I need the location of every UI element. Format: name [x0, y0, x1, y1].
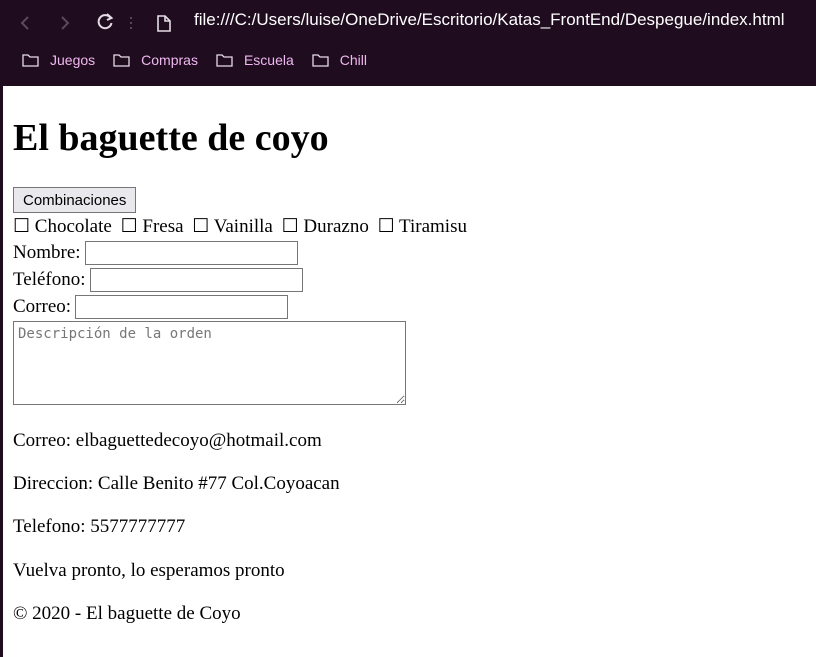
bookmark-escuela[interactable]: Escuela — [216, 52, 294, 68]
bookmark-label: Juegos — [50, 52, 96, 68]
flavor-label: Fresa — [142, 216, 184, 237]
flavor-checkbox-chocolate[interactable]: ☐ Chocolate — [13, 216, 112, 237]
folder-icon — [312, 54, 329, 67]
farewell-text: Vuelva pronto, lo esperamos pronto — [13, 560, 285, 581]
flavor-checkbox-durazno[interactable]: ☐ Durazno — [282, 216, 369, 237]
checkbox-icon[interactable]: ☐ — [282, 216, 299, 237]
email-field[interactable] — [75, 294, 289, 319]
name-row: Nombre: — [13, 239, 808, 266]
file-icon — [150, 9, 178, 37]
bookmark-label: Compras — [141, 52, 198, 68]
separator-dots — [130, 16, 132, 30]
flavor-label: Tiramisu — [399, 216, 467, 237]
name-field[interactable] — [84, 240, 298, 265]
forward-icon[interactable] — [50, 9, 78, 37]
bookmark-label: Chill — [339, 52, 367, 68]
flavor-checkbox-vainilla[interactable]: ☐ Vainilla — [192, 216, 273, 237]
bookmark-juegos[interactable]: Juegos — [22, 52, 95, 68]
reload-icon[interactable] — [91, 8, 119, 36]
bookmark-compras[interactable]: Compras — [113, 52, 198, 68]
back-icon[interactable] — [12, 9, 40, 37]
bookmark-label: Escuela — [243, 52, 294, 68]
page-content: El baguette de coyo Combinaciones ☐ Choc… — [13, 86, 808, 625]
email-label: Correo: — [13, 295, 72, 317]
window-edge — [0, 86, 3, 657]
checkbox-icon[interactable]: ☐ — [121, 216, 138, 237]
contact-info: Correo: elbaguettedecoyo@hotmail.com Dir… — [13, 430, 808, 625]
checkbox-icon[interactable]: ☐ — [13, 216, 30, 237]
address-bar[interactable]: file:///C:/Users/luise/OneDrive/Escritor… — [194, 10, 785, 30]
contact-email: Correo: elbaguettedecoyo@hotmail.com — [13, 430, 322, 451]
combinaciones-button[interactable]: Combinaciones — [13, 187, 137, 213]
email-row: Correo: — [13, 293, 808, 320]
flavor-label: Vainilla — [213, 216, 273, 237]
browser-chrome: file:///C:/Users/luise/OneDrive/Escritor… — [0, 0, 816, 86]
flavor-checkboxes: ☐ Chocolate ☐ Fresa ☐ Vainilla ☐ Durazno… — [13, 215, 808, 239]
bookmark-chill[interactable]: Chill — [312, 52, 367, 68]
bookmarks-bar: Juegos Compras Escuela Chill — [22, 52, 385, 68]
flavor-checkbox-tiramisu[interactable]: ☐ Tiramisu — [378, 216, 467, 237]
description-textarea[interactable] — [13, 321, 406, 405]
phone-row: Teléfono: — [13, 266, 808, 293]
phone-field[interactable] — [89, 267, 303, 292]
folder-icon — [216, 54, 233, 67]
copyright-footer: © 2020 - El baguette de Coyo — [13, 603, 241, 624]
checkbox-icon[interactable]: ☐ — [192, 216, 209, 237]
name-label: Nombre: — [13, 241, 81, 263]
folder-icon — [22, 54, 39, 67]
contact-phone: Telefono: 5577777777 — [13, 516, 186, 537]
phone-label: Teléfono: — [13, 268, 86, 290]
contact-address: Direccion: Calle Benito #77 Col.Coyoacan — [13, 473, 340, 494]
flavor-checkbox-fresa[interactable]: ☐ Fresa — [121, 216, 184, 237]
folder-icon — [113, 54, 130, 67]
flavor-label: Durazno — [303, 216, 369, 237]
flavor-label: Chocolate — [34, 216, 112, 237]
checkbox-icon[interactable]: ☐ — [378, 216, 395, 237]
page-title: El baguette de coyo — [13, 117, 329, 159]
